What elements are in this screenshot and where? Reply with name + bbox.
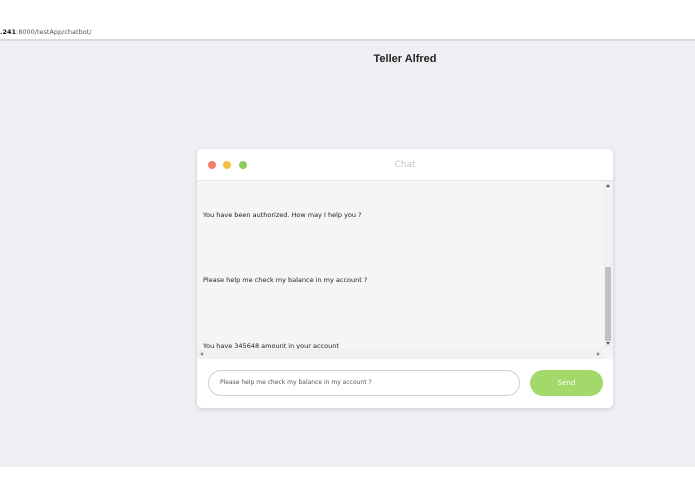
horizontal-scrollbar[interactable] bbox=[197, 349, 603, 359]
chat-header: Chat bbox=[197, 149, 613, 181]
page-body: Teller Alfred Chat You have been authori… bbox=[0, 41, 695, 467]
message-item: You have been authorized. How may I help… bbox=[203, 211, 362, 219]
send-button[interactable]: Send bbox=[530, 370, 603, 396]
message-input[interactable]: Please help me check my balance in my ac… bbox=[208, 370, 520, 396]
page-title: Teller Alfred bbox=[373, 53, 437, 65]
url-text[interactable]: .241:8000/testApp/chatbot/ bbox=[0, 28, 91, 36]
url-host-fragment: .241 bbox=[0, 28, 17, 36]
scroll-up-arrow-icon[interactable] bbox=[606, 184, 610, 187]
scroll-down-arrow-icon[interactable] bbox=[606, 342, 610, 345]
chat-title: Chat bbox=[394, 160, 416, 170]
page-footer-area bbox=[0, 467, 695, 494]
vertical-scrollbar[interactable] bbox=[603, 181, 613, 349]
chat-window: Chat You have been authorized. How may I… bbox=[197, 149, 613, 408]
url-path: :8000/testApp/chatbot/ bbox=[16, 28, 92, 36]
browser-url-bar[interactable]: .241:8000/testApp/chatbot/ bbox=[0, 0, 695, 39]
scroll-right-arrow-icon[interactable] bbox=[597, 352, 600, 356]
message-list[interactable]: You have been authorized. How may I help… bbox=[197, 181, 613, 359]
scroll-left-arrow-icon[interactable] bbox=[200, 352, 203, 356]
message-item: Please help me check my balance in my ac… bbox=[203, 276, 368, 284]
scrollbar-thumb[interactable] bbox=[605, 267, 611, 341]
message-input-value: Please help me check my balance in my ac… bbox=[220, 379, 372, 386]
